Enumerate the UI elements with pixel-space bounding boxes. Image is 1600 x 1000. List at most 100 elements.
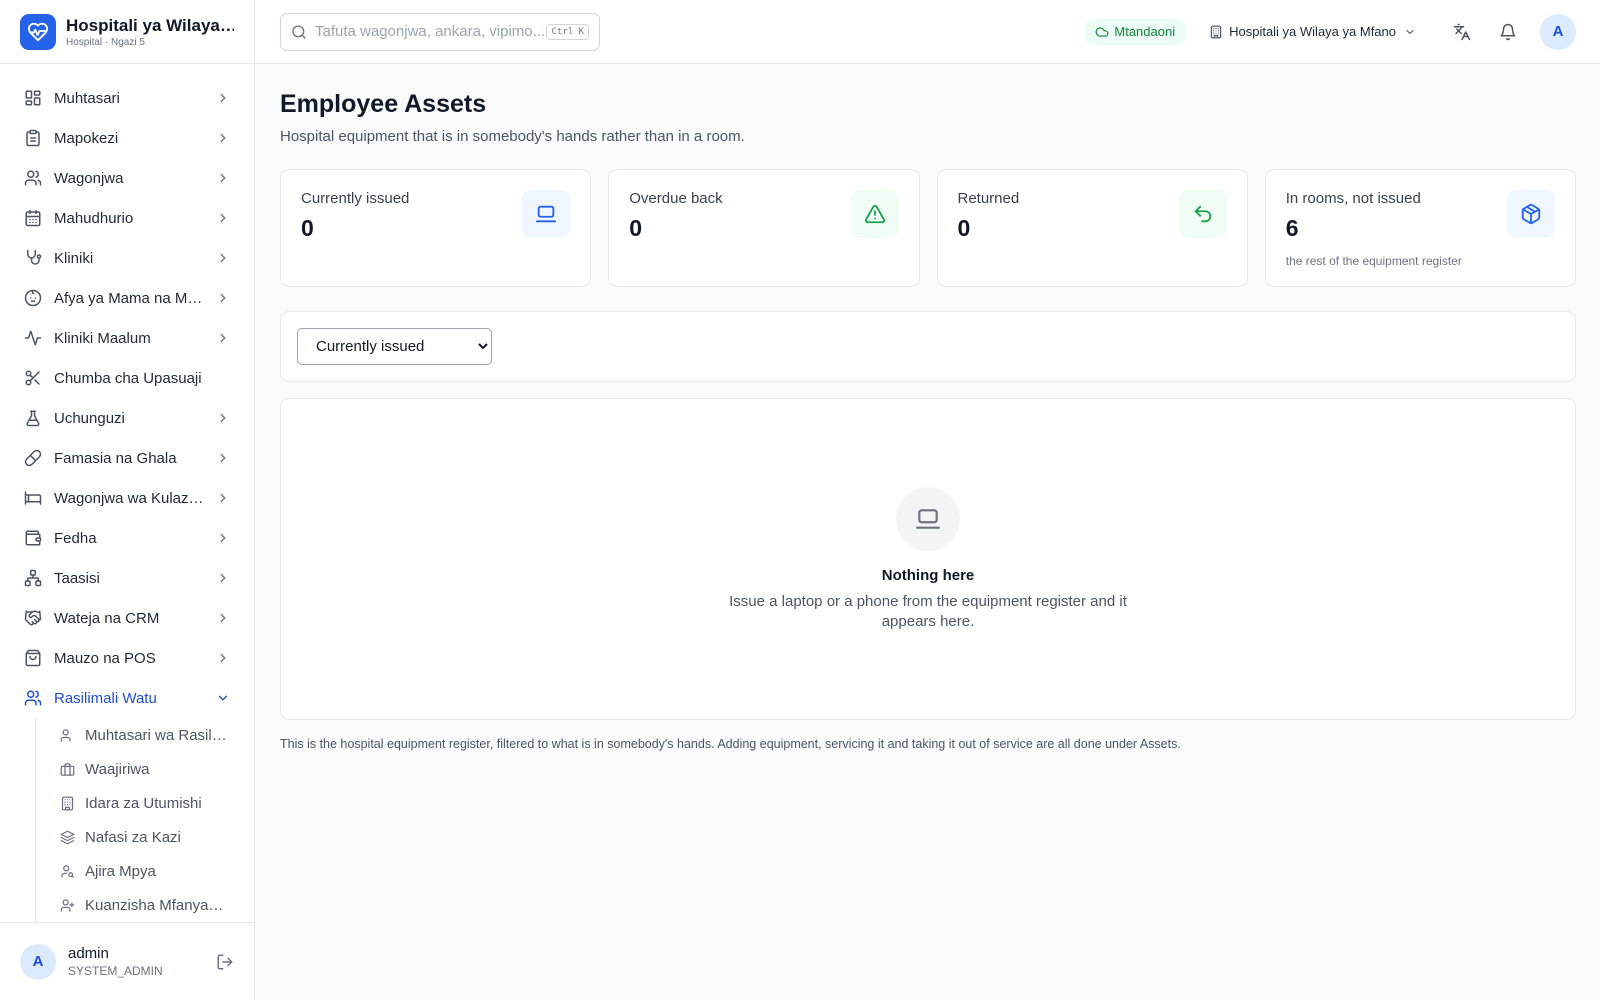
- sidebar-subitem-kuanzisha-mfanyakazi[interactable]: Kuanzisha Mfanyakazi: [60, 888, 254, 922]
- sidebar-subitem-muhtasari-hr[interactable]: Muhtasari wa Rasilimali Watu: [60, 718, 254, 752]
- chevron-down-icon: [218, 695, 228, 701]
- flask-icon: [26, 410, 40, 427]
- sidebar-item-chumba-cha-upasuaji[interactable]: Chumba cha Upasuaji: [0, 358, 254, 398]
- building-icon: [61, 796, 74, 810]
- heart-logo-icon: [20, 13, 56, 50]
- user-avatar-button[interactable]: A: [1540, 13, 1576, 50]
- shopping-bag-icon: [25, 649, 41, 667]
- search-icon: [292, 24, 306, 39]
- users-icon: [60, 728, 71, 742]
- sidebar-item-mapokezi[interactable]: Mapokezi: [0, 118, 254, 158]
- sidebar-item-taasisi[interactable]: Taasisi: [0, 558, 254, 598]
- chevron-right-icon: [220, 653, 226, 663]
- sidebar-subitem-label: Idara za Utumishi: [85, 794, 202, 812]
- sidebar-item-kliniki[interactable]: Kliniki: [0, 238, 254, 278]
- user-key-icon: [61, 864, 74, 878]
- sidebar-subitem-ajira-mpya[interactable]: Ajira Mpya: [60, 854, 254, 888]
- sidebar-subnav-rasilimali-watu: Muhtasari wa Rasilimali Watu Waajiriwa I…: [35, 718, 254, 922]
- chevron-right-icon: [220, 173, 226, 183]
- chevron-down-icon: [1406, 29, 1414, 34]
- sidebar-item-rasilimali-watu[interactable]: Rasilimali Watu: [0, 678, 254, 718]
- empty-state-description: Issue a laptop or a phone from the equip…: [729, 592, 1127, 630]
- building-icon: [1210, 25, 1222, 38]
- facility-selector[interactable]: Hospitali ya Wilaya ya Mfano: [1209, 24, 1416, 39]
- user-name: admin: [68, 945, 109, 962]
- empty-state-title: Nothing here: [881, 566, 975, 584]
- sidebar-subitem-idara[interactable]: Idara za Utumishi: [60, 786, 254, 820]
- sidebar-nav: Muhtasari Mapokezi Wagonjwa Mahudhurio K…: [0, 64, 254, 922]
- sidebar-subitem-nafasi[interactable]: Nafasi za Kazi: [60, 820, 254, 854]
- shortcut-hint: Ctrl K: [546, 23, 589, 40]
- sidebar-item-label: Wateja na CRM: [54, 609, 160, 627]
- bed-icon: [24, 491, 42, 505]
- chevron-right-icon: [220, 213, 226, 223]
- chevron-right-icon: [220, 493, 226, 503]
- status-badge: Mtandaoni: [1085, 18, 1186, 45]
- stat-card-overdue-back: Overdue back 0: [608, 169, 920, 287]
- status-text: Mtandaoni: [1114, 24, 1176, 39]
- bell-icon: [1500, 23, 1516, 40]
- stat-card-returned: Returned 0: [936, 169, 1248, 287]
- logout-icon[interactable]: [216, 953, 234, 971]
- undo-icon: [1178, 190, 1227, 238]
- search-box[interactable]: Ctrl K: [280, 12, 600, 51]
- filter-bar: Currently issued: [280, 311, 1576, 382]
- sidebar-item-muhtasari[interactable]: Muhtasari: [0, 78, 254, 118]
- status-filter-select[interactable]: Currently issued: [297, 328, 492, 365]
- topbar: Ctrl K Mtandaoni Hospitali ya Wilaya ya …: [255, 0, 1600, 64]
- sidebar-item-label: Kliniki: [54, 249, 94, 267]
- page-title: Employee Assets: [280, 90, 487, 118]
- stethoscope-icon: [27, 249, 42, 265]
- cloud-icon: [1095, 26, 1109, 37]
- pill-icon: [24, 449, 42, 467]
- user-plus-icon: [60, 898, 75, 912]
- sidebar-item-mauzo-na-pos[interactable]: Mauzo na POS: [0, 638, 254, 678]
- warning-icon: [850, 190, 899, 238]
- sidebar-item-wagonjwa[interactable]: Wagonjwa: [0, 158, 254, 198]
- sidebar-item-label: Mapokezi: [54, 129, 119, 147]
- sidebar-item-fedha[interactable]: Fedha: [0, 518, 254, 558]
- package-icon: [1507, 190, 1555, 238]
- briefcase-icon: [60, 762, 75, 776]
- users-icon: [24, 170, 42, 186]
- sidebar-item-uchunguzi[interactable]: Uchunguzi: [0, 398, 254, 438]
- page-subtitle: Hospital equipment that is in somebody's…: [280, 128, 745, 145]
- sidebar-item-label: Chumba cha Upasuaji: [54, 369, 202, 387]
- sidebar-subitem-label: Kuanzisha Mfanyakazi: [85, 896, 230, 914]
- stat-note: the rest of the equipment register: [1285, 254, 1462, 268]
- brand[interactable]: Hospitali ya Wilaya ya Mfano Hospital · …: [0, 0, 254, 64]
- sidebar-item-kliniki-maalum[interactable]: Kliniki Maalum: [0, 318, 254, 358]
- user-role: SYSTEM_ADMIN: [68, 964, 163, 978]
- brand-subtitle: Hospital · Ngazi 5: [66, 36, 145, 48]
- sidebar-item-wagonjwa-wa-kulazwa[interactable]: Wagonjwa wa Kulazwa: [0, 478, 254, 518]
- user-footer: A admin SYSTEM_ADMIN: [0, 922, 254, 1000]
- notifications-button[interactable]: [1490, 14, 1526, 50]
- sidebar-item-famasia[interactable]: Famasia na Ghala: [0, 438, 254, 478]
- dashboard-icon: [25, 90, 41, 106]
- sidebar-subitem-waajiriwa[interactable]: Waajiriwa: [60, 752, 254, 786]
- chevron-right-icon: [220, 533, 226, 543]
- translate-icon: [1453, 23, 1471, 40]
- chevron-right-icon: [220, 93, 226, 103]
- wallet-icon: [25, 530, 42, 546]
- chevron-right-icon: [220, 613, 226, 623]
- calendar-icon: [25, 209, 41, 227]
- footnote: This is the hospital equipment register,…: [280, 737, 1181, 751]
- sidebar: Hospitali ya Wilaya ya Mfano Hospital · …: [0, 0, 255, 1000]
- chevron-right-icon: [220, 413, 226, 423]
- sidebar-item-label: Famasia na Ghala: [54, 449, 177, 467]
- sidebar-item-mahudhurio[interactable]: Mahudhurio: [0, 198, 254, 238]
- sidebar-item-afya-ya-mama[interactable]: Afya ya Mama na Mtoto: [0, 278, 254, 318]
- sidebar-item-wateja-na-crm[interactable]: Wateja na CRM: [0, 598, 254, 638]
- search-input[interactable]: [315, 23, 545, 40]
- language-button[interactable]: [1444, 14, 1480, 50]
- clipboard-icon: [26, 129, 40, 147]
- avatar[interactable]: A: [20, 943, 56, 980]
- chevron-right-icon: [220, 453, 226, 463]
- sidebar-item-label: Mauzo na POS: [54, 649, 156, 667]
- sidebar-item-label: Taasisi: [54, 569, 100, 587]
- brand-name: Hospitali ya Wilaya ya Mfano: [66, 15, 234, 35]
- sidebar-item-label: Rasilimali Watu: [54, 689, 157, 707]
- sidebar-subitem-label: Ajira Mpya: [85, 862, 156, 880]
- sidebar-item-label: Uchunguzi: [54, 409, 125, 427]
